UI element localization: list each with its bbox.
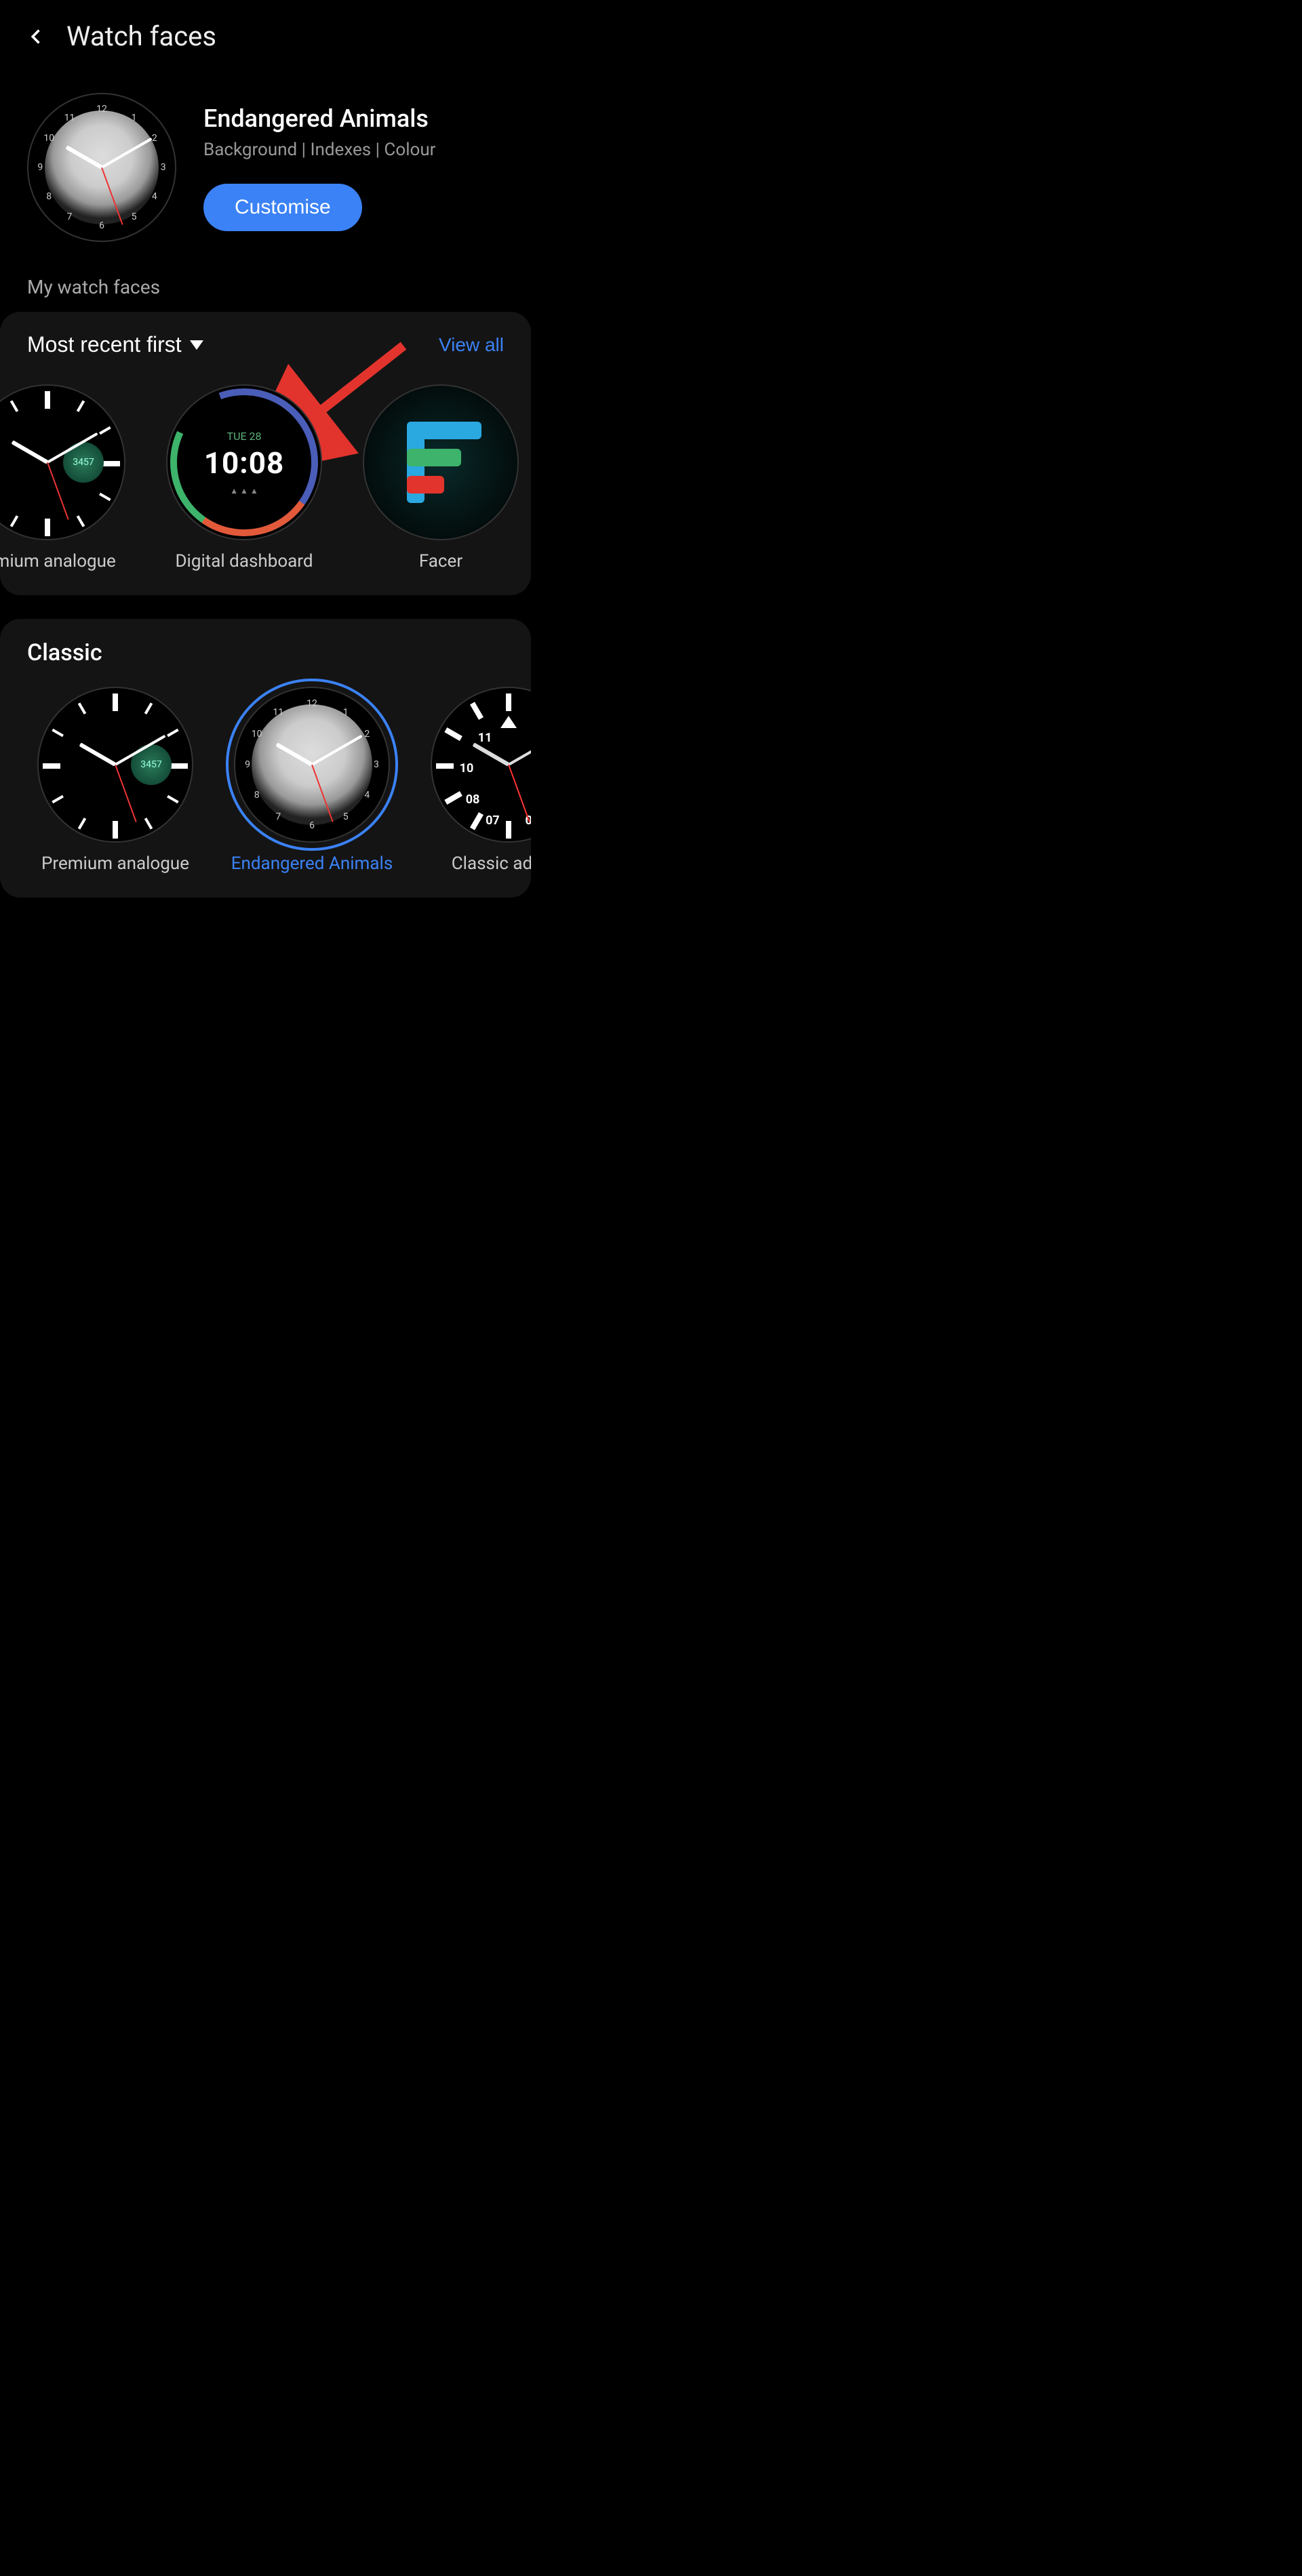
chevron-down-icon [190,340,203,350]
my-watch-faces-label: My watch faces [0,269,531,312]
watch-face-item[interactable]: 11 01 10 08 07 05 WED Classic advent [420,687,531,874]
header-bar: Watch faces [0,0,531,66]
watch-face-item[interactable]: 12 1 2 3 4 5 6 7 8 9 10 11 Endangered An… [224,687,400,874]
classic-title: Classic [0,639,531,673]
watch-face-label: Premium analogue [41,853,189,874]
watch-face-label: remium analogue [0,551,116,571]
customise-button[interactable]: Customise [203,184,362,231]
watch-face-item[interactable]: 3457 remium analogue [0,384,136,571]
back-icon[interactable] [27,27,46,46]
watch-face-label: Endangered Animals [231,853,393,874]
current-face-title: Endangered Animals [203,104,504,133]
current-face-preview[interactable]: 12 1 2 3 4 5 6 7 8 9 10 11 [27,93,176,242]
watch-face-item[interactable]: Facer [353,384,529,571]
sort-label: Most recent first [27,332,182,357]
classic-panel: Classic 3457 [0,619,531,898]
sort-dropdown[interactable]: Most recent first [27,332,203,357]
current-watch-face: 12 1 2 3 4 5 6 7 8 9 10 11 Endangered An… [0,66,531,269]
current-face-subtitle: Background | Indexes | Colour [203,140,504,160]
page-title: Watch faces [66,20,216,52]
watch-face-label: Digital dashboard [175,551,313,571]
view-all-link[interactable]: View all [439,334,504,356]
watch-face-item[interactable]: TUE 28 10:08 ▲ ▲ ▲ Digital dashboard [156,384,332,571]
my-watch-faces-panel: Most recent first View all [0,312,531,595]
watch-face-item[interactable]: 3457 Premium analogue [27,687,203,874]
watch-face-label: Classic advent [452,853,531,874]
watch-face-label: Facer [419,551,462,571]
facer-logo-icon [400,422,481,503]
